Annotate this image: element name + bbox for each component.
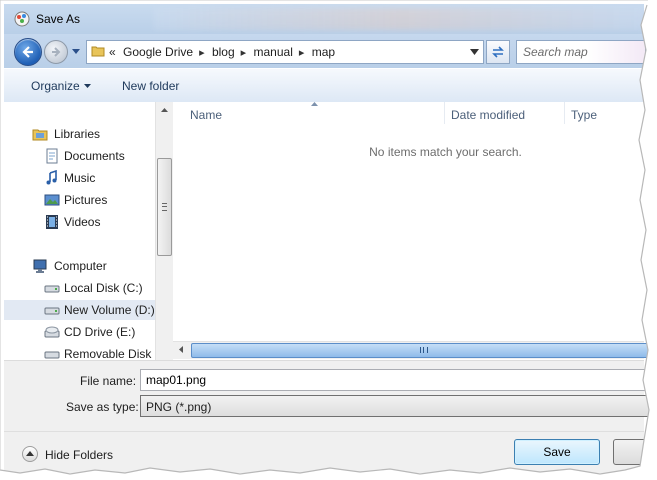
chevron-down-icon[interactable] [84, 84, 91, 88]
forward-button[interactable] [44, 40, 68, 64]
search-input[interactable] [521, 43, 643, 61]
breadcrumb-item[interactable]: Google Drive [123, 45, 193, 59]
recent-pages-dropdown-icon[interactable] [71, 46, 81, 56]
libraries-icon [32, 129, 48, 141]
chevron-right-icon[interactable]: ▸ [241, 47, 247, 59]
horizontal-scrollbar[interactable] [173, 341, 653, 359]
removable-drive-icon [44, 351, 60, 359]
address-bar[interactable]: « Google Drive ▸ blog ▸ manual ▸ map [86, 40, 484, 64]
new-folder-button[interactable]: New folder [122, 79, 179, 93]
nav-label: Music [64, 171, 96, 185]
refresh-button[interactable] [486, 40, 510, 64]
column-type[interactable]: Type [571, 108, 597, 122]
breadcrumb-item[interactable]: manual [254, 45, 293, 59]
column-date-modified[interactable]: Date modified [451, 108, 525, 122]
nav-item-pictures[interactable]: Pictures [4, 190, 155, 210]
search-box[interactable] [516, 40, 646, 64]
save-button[interactable]: Save [514, 439, 600, 465]
nav-item-local-disk-c[interactable]: Local Disk (C:) [4, 278, 155, 298]
window-title: Save As [36, 12, 81, 26]
chevron-right-icon[interactable]: ▸ [199, 47, 205, 59]
folder-icon [91, 46, 105, 57]
scroll-up-icon[interactable] [161, 108, 168, 112]
scroll-left-icon[interactable] [179, 346, 183, 353]
column-name[interactable]: Name [190, 108, 222, 122]
file-name-label: File name: [80, 374, 137, 388]
breadcrumb-overflow[interactable]: « [109, 45, 116, 59]
nav-label: CD Drive (E:) [64, 325, 136, 339]
column-header: Name Date modified Type [173, 102, 644, 127]
documents-icon [46, 148, 58, 164]
breadcrumb-item[interactable]: map [312, 45, 335, 59]
cancel-button[interactable] [613, 439, 653, 465]
command-bar: Organize New folder [4, 68, 644, 103]
computer-icon [33, 259, 47, 273]
nav-label: Computer [54, 259, 107, 273]
organize-button[interactable]: Organize [31, 79, 80, 93]
column-divider[interactable] [564, 102, 565, 124]
nav-label: New Volume (D:) [64, 303, 155, 317]
nav-label: Videos [64, 215, 101, 229]
hide-folders-label: Hide Folders [45, 448, 114, 462]
divider [4, 431, 644, 432]
save-form: File name: Save as type: PNG (*.png) Hid… [4, 360, 653, 473]
chevron-up-icon [22, 446, 38, 462]
file-list: Name Date modified Type No items match y… [173, 102, 653, 360]
navigation-pane: Libraries Documents Music Pictures Video… [4, 102, 155, 360]
pictures-icon [44, 194, 60, 206]
scrollbar-thumb[interactable] [191, 343, 653, 358]
nav-item-videos[interactable]: Videos [4, 212, 155, 232]
nav-item-new-volume-d[interactable]: New Volume (D:) [4, 300, 155, 320]
chevron-down-icon[interactable] [470, 49, 479, 55]
nav-item-music[interactable]: Music [4, 168, 155, 188]
nav-label: Libraries [54, 127, 101, 141]
drive-icon [44, 285, 60, 293]
nav-item-removable-disk[interactable]: Removable Disk ( [4, 344, 155, 360]
main-content: Libraries Documents Music Pictures Video… [4, 102, 653, 360]
empty-message: No items match your search. [369, 145, 522, 159]
file-name-input[interactable] [140, 369, 650, 391]
nav-item-libraries[interactable]: Libraries [4, 124, 155, 144]
back-button[interactable] [14, 38, 42, 66]
save-type-label: Save as type: [66, 400, 139, 414]
breadcrumb: « Google Drive ▸ blog ▸ manual ▸ map [109, 45, 339, 59]
blurred-background [154, 8, 644, 30]
sort-ascending-icon [311, 102, 318, 106]
arrow-right-icon [52, 47, 61, 57]
nav-label: Pictures [64, 193, 108, 207]
save-type-select[interactable]: PNG (*.png) [140, 395, 650, 417]
nav-item-computer[interactable]: Computer [4, 256, 155, 276]
nav-label: Documents [64, 149, 125, 163]
arrow-left-icon [22, 46, 33, 58]
nav-item-cd-drive-e[interactable]: CD Drive (E:) [4, 322, 155, 342]
navigation-scrollbar[interactable] [155, 102, 173, 360]
breadcrumb-item[interactable]: blog [212, 45, 235, 59]
address-row: « Google Drive ▸ blog ▸ manual ▸ map [4, 34, 646, 68]
nav-label: Local Disk (C:) [64, 281, 143, 295]
chevron-right-icon[interactable]: ▸ [299, 47, 305, 59]
column-divider[interactable] [444, 102, 445, 124]
grip-icon [420, 347, 428, 353]
nav-item-documents[interactable]: Documents [4, 146, 155, 166]
save-type-value: PNG (*.png) [146, 400, 212, 414]
app-icon [14, 11, 30, 27]
nav-label: Removable Disk ( [64, 347, 155, 360]
drive-icon [44, 307, 60, 315]
scrollbar-thumb[interactable] [157, 158, 172, 256]
title-bar: Save As [4, 4, 644, 35]
cd-drive-icon [44, 326, 60, 338]
music-icon [46, 170, 57, 185]
videos-icon [46, 215, 58, 229]
refresh-icon [492, 46, 504, 58]
grip-icon [162, 203, 167, 211]
